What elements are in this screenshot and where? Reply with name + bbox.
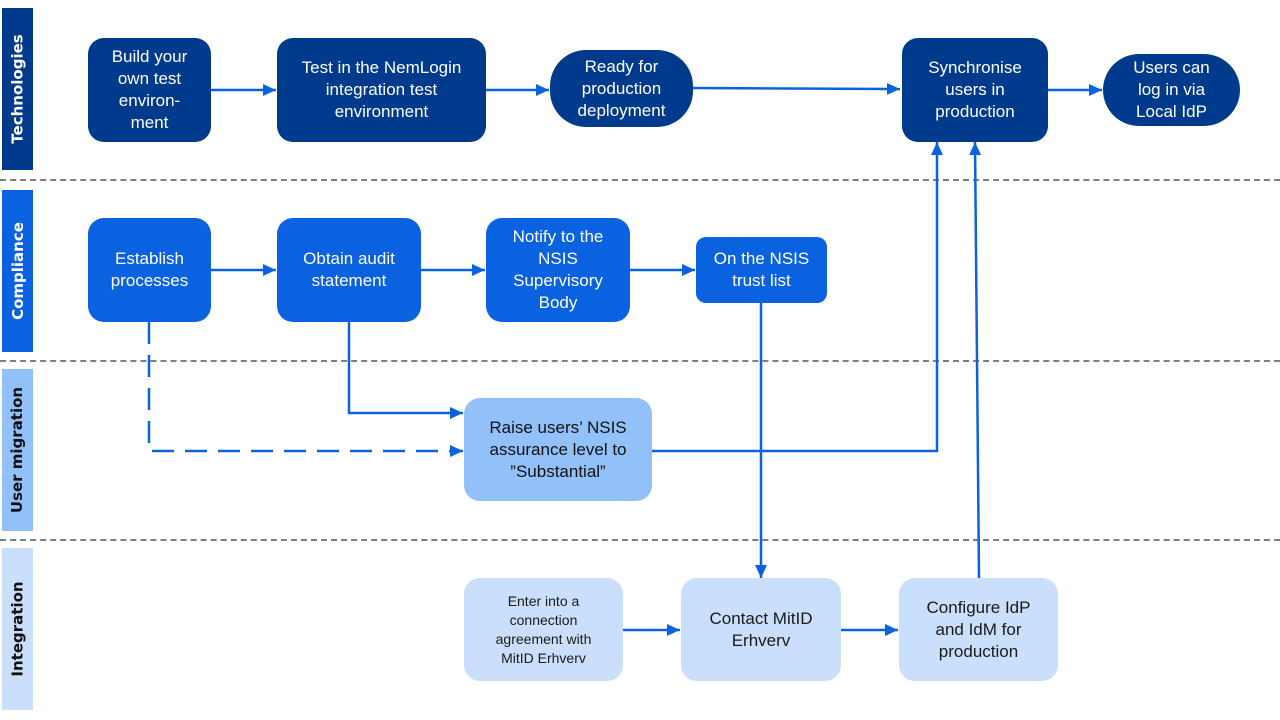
node-connection-agreement: Enter into a connection agreement with M… xyxy=(464,578,623,681)
node-ready-for-production: Ready for production deployment xyxy=(550,50,693,127)
node-notify-nsis-supervisory-body: Notify to the NSIS Supervisory Body xyxy=(486,218,630,322)
node-nsis-trust-list: On the NSIS trust list xyxy=(696,237,827,303)
node-raise-assurance-level: Raise users’ NSIS assurance level to ”Su… xyxy=(464,398,652,501)
node-synchronise-users: Synchronise users in production xyxy=(902,38,1048,142)
node-build-test-environment: Build your own test environ- ment xyxy=(88,38,211,142)
edge-establish-to-raise-dashed xyxy=(147,322,463,457)
node-obtain-audit-statement: Obtain audit statement xyxy=(277,218,421,322)
edge-configure-to-sync xyxy=(969,141,982,579)
edge-ready-to-sync xyxy=(691,82,901,95)
node-users-can-log-in: Users can log in via Local IdP xyxy=(1103,54,1240,126)
node-contact-mitid-erhverv: Contact MitID Erhverv xyxy=(681,578,841,681)
node-establish-processes: Establish processes xyxy=(88,218,211,322)
edge-audit-to-raise xyxy=(347,322,463,419)
node-test-nemlogin: Test in the NemLogin integration test en… xyxy=(277,38,486,142)
node-configure-idp-idm: Configure IdP and IdM for production xyxy=(899,578,1058,681)
